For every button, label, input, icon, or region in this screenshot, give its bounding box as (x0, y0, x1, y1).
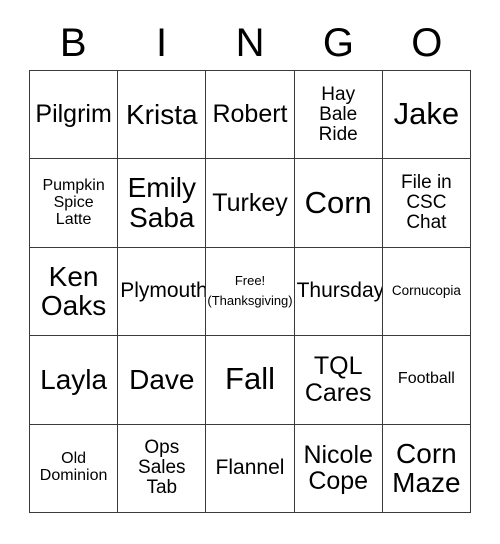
bingo-free-space-cell[interactable]: Free! (Thanksgiving) (206, 247, 295, 337)
bingo-cell[interactable]: Flannel (206, 424, 295, 513)
bingo-cell[interactable]: Ken Oaks (30, 247, 119, 337)
bingo-cell[interactable]: Ops Sales Tab (118, 424, 207, 513)
bingo-cell[interactable]: Plymouth (118, 247, 207, 337)
bingo-cell[interactable]: Cornucopia (382, 247, 471, 337)
bingo-cell-label: Pilgrim (35, 100, 112, 129)
bingo-cell[interactable]: Hay Bale Ride (294, 71, 383, 160)
bingo-cell[interactable]: Corn Maze (382, 424, 471, 513)
bingo-cell-label: Plymouth (120, 279, 207, 303)
bingo-cell[interactable]: File in CSC Chat (382, 159, 471, 248)
bingo-header-letter-b: B (59, 21, 87, 65)
bingo-cell[interactable]: Pumpkin Spice Latte (30, 159, 119, 248)
bingo-cell-label: Corn (304, 184, 372, 220)
bingo-cell-label: Robert (212, 100, 288, 129)
bingo-cell-label: File in CSC Chat (401, 171, 452, 234)
bingo-cell[interactable]: Dave (118, 336, 207, 425)
bingo-cell[interactable]: Emily Saba (118, 159, 207, 248)
bingo-cell-label: Football (397, 370, 455, 388)
bingo-cell-label: Corn Maze (392, 437, 461, 499)
bingo-cell-label: Thursday (296, 279, 383, 303)
bingo-free-space-line2: (Thanksgiving) (207, 293, 293, 309)
bingo-cell[interactable]: Robert (206, 71, 295, 160)
bingo-cell-label: Turkey (212, 188, 288, 217)
bingo-cell-label: Emily Saba (127, 172, 197, 234)
bingo-cell[interactable]: Krista (118, 71, 207, 160)
bingo-header-letter-i: I (156, 21, 168, 65)
bingo-header-row: B I N G O (29, 16, 471, 70)
bingo-cell-label: TQL Cares (304, 352, 372, 407)
bingo-cell[interactable]: Thursday (294, 247, 383, 337)
bingo-cell[interactable]: Turkey (206, 159, 295, 248)
bingo-cell[interactable]: Football (382, 336, 471, 425)
bingo-cell[interactable]: Pilgrim (30, 71, 119, 160)
bingo-card: B I N G O Pilgrim Krista Robert Hay Bale… (0, 0, 500, 544)
bingo-cell-label: Hay Bale Ride (318, 83, 358, 145)
bingo-cell-label: Flannel (215, 456, 285, 480)
bingo-cell-label: Nicole Cope (303, 440, 373, 496)
bingo-cell-label: Krista (126, 98, 198, 130)
bingo-cell-label: Ken Oaks (40, 260, 107, 322)
bingo-cell[interactable]: Nicole Cope (294, 424, 383, 513)
bingo-header-letter-o: O (411, 21, 443, 65)
bingo-cell[interactable]: Corn (294, 159, 383, 248)
bingo-cell[interactable]: Fall (206, 336, 295, 425)
bingo-cell-label: Dave (129, 364, 195, 396)
bingo-cell[interactable]: Layla (30, 336, 119, 425)
bingo-cell-label: Pumpkin Spice Latte (42, 176, 105, 228)
bingo-free-space-label: Free! (Thanksgiving) (207, 271, 292, 311)
bingo-cell[interactable]: Jake (382, 71, 471, 160)
bingo-free-space-line1: Free! (234, 273, 266, 289)
bingo-cell-label: Jake (393, 96, 460, 132)
bingo-cell-label: Ops Sales Tab (138, 437, 186, 499)
bingo-header-letter-n: N (235, 21, 265, 65)
bingo-cell-label: Fall (225, 361, 275, 397)
bingo-cell-label: Old Dominion (39, 450, 108, 485)
bingo-cell[interactable]: Old Dominion (30, 424, 119, 513)
bingo-grid: Pilgrim Krista Robert Hay Bale Ride Jake… (29, 70, 471, 513)
bingo-cell[interactable]: TQL Cares (294, 336, 383, 425)
bingo-cell-label: Cornucopia (391, 283, 461, 299)
bingo-cell-label: Layla (40, 364, 108, 396)
bingo-header-letter-g: G (322, 21, 354, 65)
